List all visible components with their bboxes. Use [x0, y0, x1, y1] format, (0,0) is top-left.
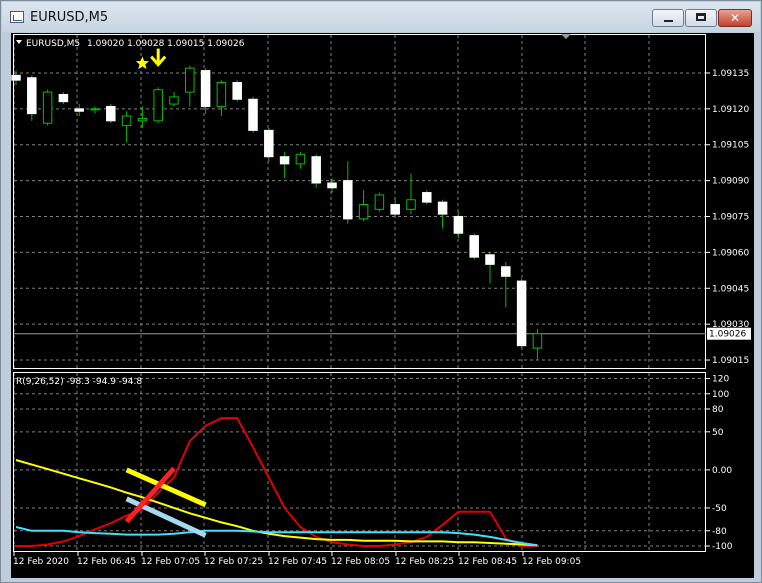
price-tick-label: 1.09105 [712, 141, 749, 151]
indicator-tick-label: 50 [712, 428, 724, 438]
time-tick-label: 12 Feb 08:45 [458, 557, 517, 567]
indicator-tick-label: 100 [712, 390, 729, 400]
chart-window-icon [10, 11, 24, 23]
time-tick-label: 12 Feb 07:05 [141, 557, 200, 567]
indicator-tick-label: 0.00 [712, 466, 732, 476]
price-tick-label: 1.09015 [712, 356, 749, 366]
candle-bullish [42, 91, 53, 124]
minimize-button[interactable] [652, 9, 684, 27]
candle-bullish [153, 89, 163, 122]
candle-bullish [169, 96, 179, 105]
candle-bearish [27, 77, 37, 115]
candle-bullish [532, 333, 543, 349]
indicator-tick-label: 80 [712, 405, 724, 415]
time-tick-label: 12 Feb 08:05 [331, 557, 390, 567]
candle-bearish [485, 254, 495, 265]
candle-bearish [327, 182, 337, 189]
price-tick-label: 1.09135 [712, 69, 749, 79]
candle-bullish [90, 108, 100, 111]
candle-bullish [406, 199, 416, 210]
candle-bearish [343, 180, 353, 220]
candle-bullish [295, 153, 306, 165]
price-tick-label: 1.09060 [712, 248, 749, 258]
candle-bearish [501, 266, 511, 277]
current-price-label: 1.09026 [709, 330, 746, 340]
indicator-label: R(9,26,52) -98.3 -94.9 -94.8 [16, 377, 142, 387]
price-tick-label: 1.09120 [712, 105, 749, 115]
candle-bullish [358, 204, 369, 220]
time-tick-label: 12 Feb 08:25 [395, 557, 454, 567]
candle-bullish [185, 67, 195, 93]
candle-bearish [422, 192, 432, 203]
time-tick-label: 12 Feb 07:25 [204, 557, 263, 567]
chart-canvas[interactable]: 1.09135 1.09120 1.09105 1.09090 1.09075 1.090… [11, 33, 754, 578]
candle-bearish [469, 235, 479, 258]
indicator-tick-label: -100 [712, 542, 733, 552]
symbol-label: EURUSD,M5 [26, 39, 80, 49]
price-tick-label: 1.09045 [712, 284, 749, 294]
title-bar[interactable]: EURUSD,M5 ✕ [2, 2, 760, 32]
chart-background [11, 33, 754, 578]
candle-bearish [453, 216, 464, 234]
indicator-tick-label: -80 [712, 527, 727, 537]
maximize-button[interactable] [685, 9, 717, 27]
candle-bearish [232, 82, 242, 100]
indicator-tick-label: 120 [712, 375, 729, 385]
candle-bearish [200, 70, 211, 107]
candle-bearish [516, 280, 527, 347]
indicator-tick-label: -50 [712, 504, 727, 514]
price-tick-label: 1.09090 [712, 177, 749, 187]
candle-bearish [437, 201, 448, 215]
candle-bullish [374, 194, 385, 210]
candle-bullish [137, 117, 148, 122]
candle-bullish [216, 82, 227, 107]
candle-bearish [311, 156, 321, 184]
ohlc-label: 1.09020 1.09028 1.09015 1.09026 [87, 39, 245, 49]
candle-bearish [390, 204, 400, 215]
time-tick-label: 12 Feb 2020 [13, 557, 69, 567]
candle-bearish [106, 105, 116, 122]
candle-bearish [11, 74, 21, 81]
candle-bearish [279, 156, 290, 165]
candle-bearish [264, 129, 274, 158]
close-icon: ✕ [729, 11, 741, 25]
candle-bearish [248, 98, 258, 131]
close-button[interactable]: ✕ [718, 9, 752, 27]
candle-bearish [58, 93, 69, 103]
terminal-window: EURUSD,M5 ✕ 1.09135 1.09120 1.09105 1.09090… [0, 0, 762, 583]
time-tick-label: 12 Feb 06:45 [77, 557, 136, 567]
time-tick-label: 12 Feb 07:45 [268, 557, 327, 567]
candle-bullish [121, 115, 132, 127]
window-title: EURUSD,M5 [30, 10, 109, 25]
price-axis: 1.09135 1.09120 1.09105 1.09090 1.09075 1.090… [706, 69, 749, 366]
candle-bearish [74, 108, 84, 112]
time-tick-label: 12 Feb 09:05 [522, 557, 581, 567]
price-tick-label: 1.09075 [712, 213, 749, 223]
chart-area[interactable]: 1.09135 1.09120 1.09105 1.09090 1.09075 1.090… [11, 33, 754, 578]
